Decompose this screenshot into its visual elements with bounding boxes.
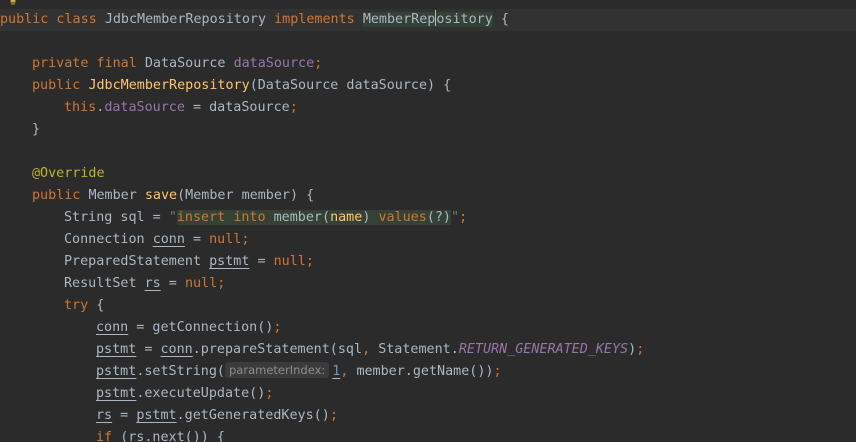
keyword: if	[96, 430, 121, 442]
assignment: =	[160, 276, 185, 291]
type-name: Connection	[64, 232, 153, 247]
parameters: (DataSource dataSource) {	[249, 78, 452, 93]
code-editor[interactable]: public class JdbcMemberRepository implem…	[0, 0, 856, 442]
variable-name: conn	[152, 232, 185, 247]
code-line-execute-update[interactable]: pstmt.executeUpdate();	[0, 383, 856, 405]
keyword: public	[32, 78, 89, 93]
semicolon: ;	[289, 100, 298, 115]
method-call: .next()) {	[144, 430, 225, 442]
semicolon: ;	[329, 408, 338, 423]
assignment: =	[112, 408, 137, 423]
method-name: save	[144, 188, 178, 203]
keyword: this	[64, 100, 97, 115]
semicolon: ;	[314, 56, 323, 71]
assignment: =	[249, 254, 274, 269]
code-line-close-brace[interactable]: }	[0, 119, 856, 141]
constant: RETURN_GENERATED_KEYS	[458, 342, 629, 357]
assignment: = dataSource	[184, 100, 290, 115]
comma: ,	[362, 342, 379, 357]
lightbulb-icon[interactable]	[6, 0, 20, 6]
parameter-hint: parameterIndex:	[225, 362, 330, 378]
class-name: JdbcMemberRepository	[104, 12, 267, 27]
keyword: null	[273, 254, 306, 269]
variable-name: pstmt	[96, 386, 137, 401]
code-line-rs[interactable]: ResultSet rs = null;	[0, 273, 856, 295]
string-quote: "	[168, 210, 177, 225]
method-call: = getConnection()	[128, 320, 274, 335]
method-call: .prepareStatement(sql	[192, 342, 363, 357]
assignment: =	[184, 232, 210, 247]
variable-name: rs	[128, 430, 145, 442]
keyword: null	[184, 276, 218, 291]
code-line-pstmt[interactable]: PreparedStatement pstmt = null;	[0, 251, 856, 273]
variable-name: pstmt	[96, 364, 137, 379]
sql-injection: insert into member(name) values(?)	[176, 210, 451, 225]
comma: ,	[340, 364, 357, 379]
code-line-constructor[interactable]: public JdbcMemberRepository(DataSource d…	[0, 75, 856, 97]
code-line-assignment[interactable]: this.dataSource = dataSource;	[0, 97, 856, 119]
variable-name: pstmt	[209, 254, 250, 269]
interface-name: MemberRepository	[362, 10, 493, 27]
variable-name: rs	[96, 408, 113, 423]
field-name: dataSource	[233, 56, 315, 71]
declaration: String sql =	[64, 210, 169, 225]
semicolon: ;	[459, 210, 468, 225]
code-line-annotation[interactable]: @Override	[0, 163, 856, 185]
type-name: PreparedStatement	[64, 254, 210, 269]
semicolon: ;	[273, 320, 282, 335]
semicolon: ;	[265, 386, 274, 401]
brace: {	[492, 12, 509, 27]
semicolon: ;	[305, 254, 314, 269]
variable-name: conn	[160, 342, 193, 357]
annotation: @Override	[32, 166, 105, 181]
semicolon: ;	[493, 364, 502, 379]
variable-name: conn	[96, 320, 129, 335]
brace: {	[96, 298, 105, 313]
keyword: try	[64, 298, 97, 313]
field-name: dataSource	[104, 100, 185, 115]
code-line-method-save[interactable]: public Member save(Member member) {	[0, 185, 856, 207]
code-line-field[interactable]: private final DataSource dataSource;	[0, 53, 856, 75]
keyword: public class	[0, 12, 105, 27]
constructor-name: JdbcMemberRepository	[88, 78, 250, 93]
keyword: implements	[266, 12, 363, 27]
semicolon: ;	[241, 232, 250, 247]
semicolon: ;	[217, 276, 226, 291]
method-call: .getGeneratedKeys()	[176, 408, 330, 423]
code-line-get-connection[interactable]: conn = getConnection();	[0, 317, 856, 339]
keyword: public	[32, 188, 89, 203]
keyword: private final	[32, 56, 145, 71]
semicolon: ;	[636, 342, 645, 357]
assignment: =	[136, 342, 161, 357]
code-line-set-string[interactable]: pstmt.setString(parameterIndex: 1, member…	[0, 361, 856, 383]
keyword: null	[209, 232, 242, 247]
code-line-prepare-statement[interactable]: pstmt = conn.prepareStatement(sql, State…	[0, 339, 856, 361]
type-name: ResultSet	[64, 276, 145, 291]
type-name: DataSource	[144, 56, 234, 71]
code-line-generated-keys[interactable]: rs = pstmt.getGeneratedKeys();	[0, 405, 856, 427]
type-name: Member	[88, 188, 145, 203]
method-call: member.getName())	[356, 364, 494, 379]
variable-name: pstmt	[96, 342, 137, 357]
class-ref: Statement.	[378, 342, 459, 357]
method-call: .executeUpdate()	[136, 386, 266, 401]
paren: )	[628, 342, 637, 357]
method-call: .setString(	[136, 364, 225, 379]
brace: }	[32, 122, 41, 137]
code-line-if-next[interactable]: if (rs.next()) {	[0, 427, 856, 442]
variable-name: rs	[144, 276, 161, 291]
parameters: (Member member) {	[177, 188, 315, 203]
code-line-sql[interactable]: String sql = "insert into member(name) v…	[0, 207, 856, 229]
variable-name: pstmt	[136, 408, 177, 423]
code-line-conn[interactable]: Connection conn = null;	[0, 229, 856, 251]
code-line-class-declaration[interactable]: public class JdbcMemberRepository implem…	[0, 9, 856, 31]
string-quote: "	[451, 210, 460, 225]
code-line-try[interactable]: try {	[0, 295, 856, 317]
